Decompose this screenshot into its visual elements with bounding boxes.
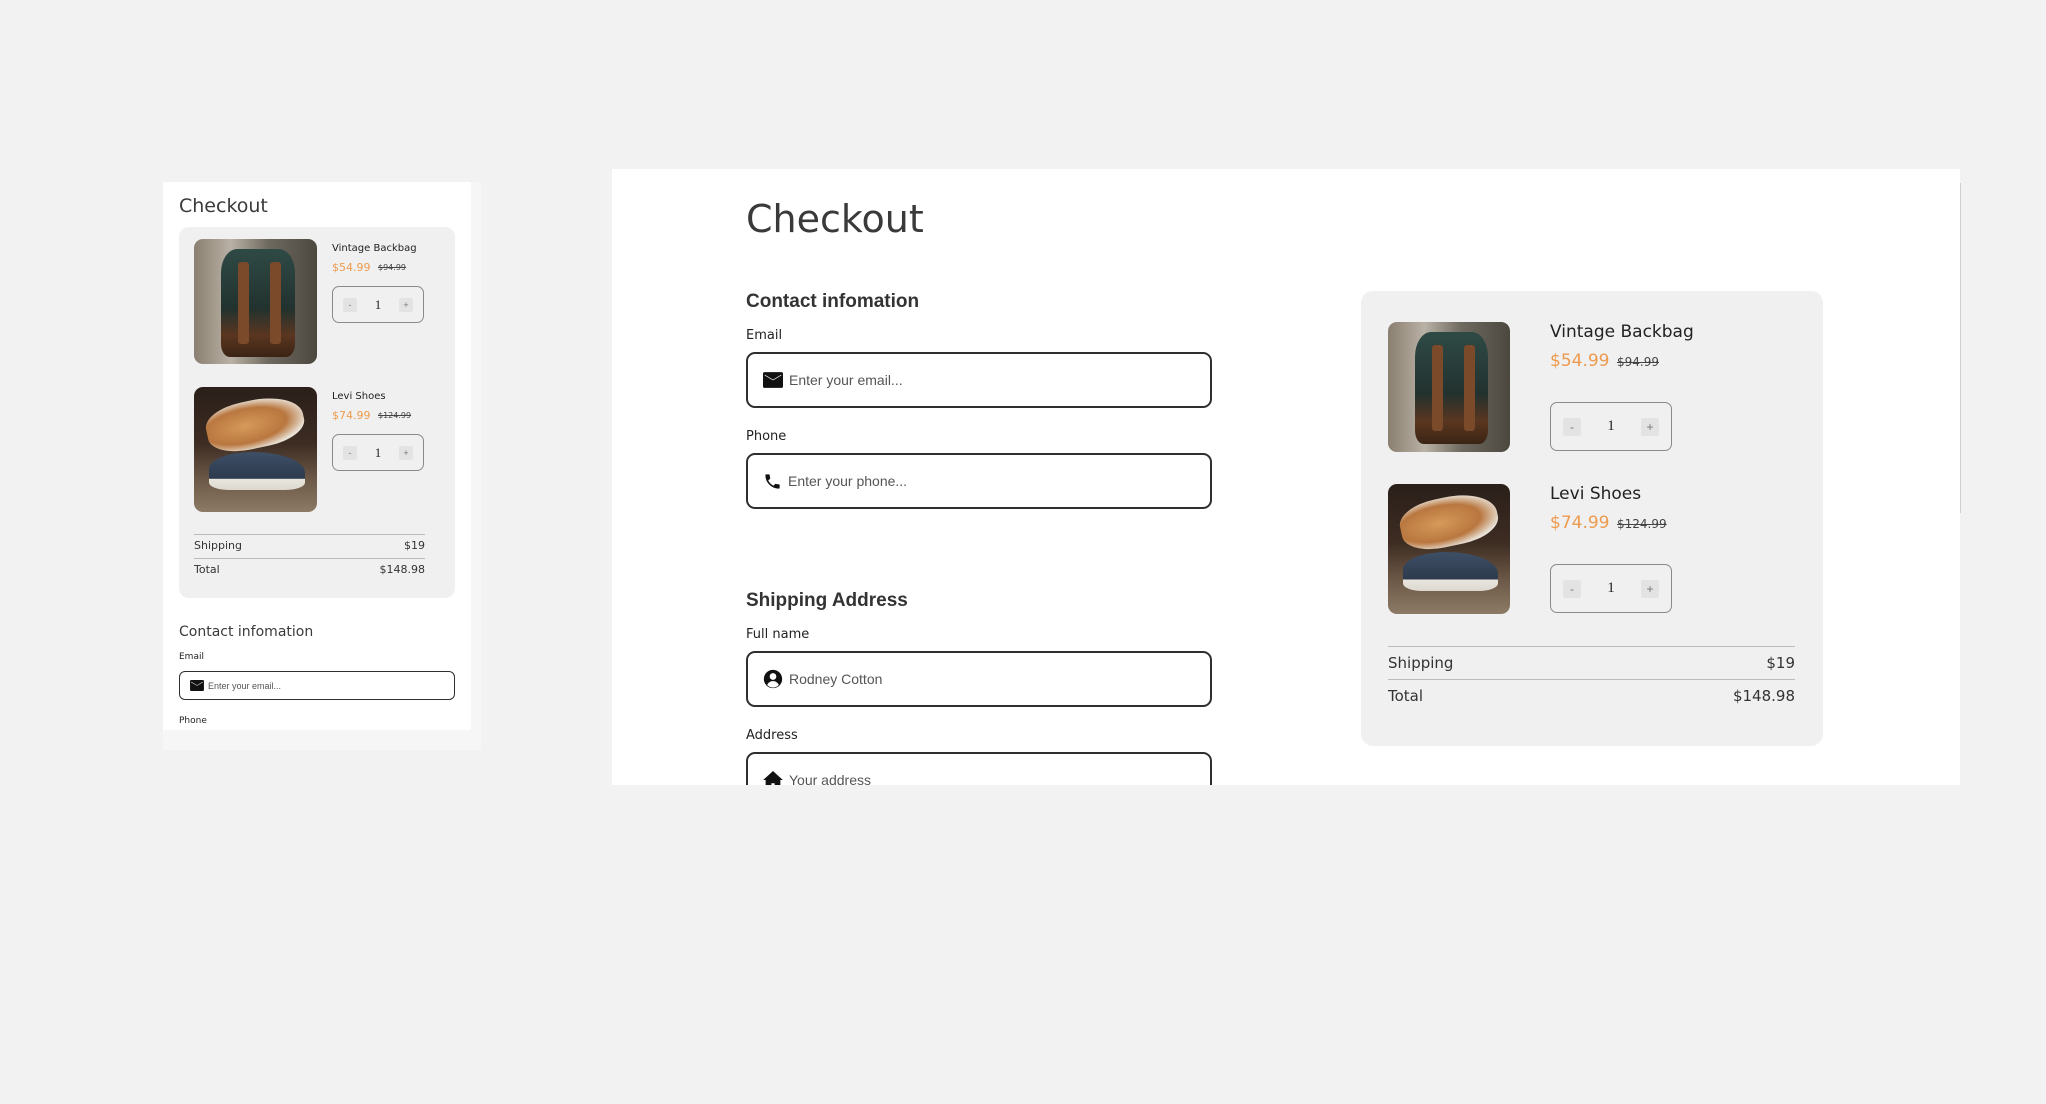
- shipping-value: $19: [1766, 654, 1795, 672]
- fullname-label: Full name: [746, 627, 810, 642]
- decrease-quantity-button[interactable]: -: [343, 445, 357, 460]
- email-label: Email: [179, 652, 204, 662]
- quantity-stepper: - 1 +: [332, 286, 424, 323]
- scrollbar-edge: [1960, 183, 1961, 513]
- email-field[interactable]: [179, 671, 455, 700]
- phone-field[interactable]: [746, 453, 1212, 509]
- increase-quantity-button[interactable]: +: [399, 445, 413, 460]
- product-name: Levi Shoes: [332, 391, 386, 402]
- original-price: $94.99: [378, 263, 406, 272]
- phone-label: Phone: [179, 716, 207, 726]
- mobile-preview: Checkout Vintage Backbag $54.99 $94.99 -…: [163, 182, 481, 750]
- email-label: Email: [746, 328, 783, 343]
- product-name: Levi Shoes: [1550, 484, 1642, 504]
- fullname-field[interactable]: [746, 651, 1212, 707]
- cart-item: Vintage Backbag $54.99 $94.99 - 1 +: [194, 239, 444, 364]
- email-input[interactable]: [208, 680, 454, 691]
- email-input[interactable]: [789, 372, 1210, 388]
- user-circle-icon: [763, 669, 783, 689]
- address-input[interactable]: [789, 772, 1210, 785]
- page-title: Checkout: [746, 197, 924, 241]
- quantity-stepper: - 1 +: [332, 434, 424, 471]
- phone-label: Phone: [746, 429, 787, 444]
- shipping-heading: Shipping Address: [746, 590, 908, 611]
- shipping-row: Shipping $19: [194, 534, 425, 552]
- sale-price: $74.99: [332, 409, 371, 422]
- page-title: Checkout: [179, 195, 268, 217]
- contact-heading: Contact infomation: [179, 624, 314, 640]
- fullname-input[interactable]: [789, 671, 1210, 687]
- original-price: $124.99: [1617, 517, 1667, 531]
- increase-quantity-button[interactable]: +: [399, 297, 413, 312]
- envelope-icon: [190, 680, 204, 691]
- decrease-quantity-button[interactable]: -: [343, 297, 357, 312]
- sale-price: $54.99: [332, 261, 371, 274]
- decrease-quantity-button[interactable]: -: [1563, 417, 1581, 436]
- total-label: Total: [194, 563, 220, 576]
- desktop-checkout-page: Checkout Contact infomation Email Phone …: [612, 169, 1960, 785]
- address-field[interactable]: [746, 752, 1212, 785]
- quantity-value: 1: [1607, 580, 1615, 596]
- total-value: $148.98: [1732, 687, 1795, 705]
- total-label: Total: [1388, 687, 1424, 705]
- shipping-row: Shipping $19: [1388, 646, 1795, 672]
- shipping-value: $19: [404, 539, 425, 552]
- product-name: Vintage Backbag: [332, 243, 417, 254]
- original-price: $94.99: [1617, 355, 1659, 369]
- total-row: Total $148.98: [1388, 679, 1795, 705]
- cart-item: Levi Shoes $74.99 $124.99 - 1 +: [1388, 484, 1788, 614]
- phone-input[interactable]: [788, 473, 1210, 489]
- mobile-checkout-page: Checkout Vintage Backbag $54.99 $94.99 -…: [163, 182, 471, 730]
- home-icon: [763, 771, 783, 785]
- email-field[interactable]: [746, 352, 1212, 408]
- shipping-label: Shipping: [194, 539, 242, 552]
- product-image: [194, 239, 317, 364]
- cart-item: Vintage Backbag $54.99 $94.99 - 1 +: [1388, 322, 1788, 452]
- total-value: $148.98: [379, 563, 426, 576]
- product-name: Vintage Backbag: [1550, 322, 1694, 342]
- quantity-stepper: - 1 +: [1550, 564, 1672, 613]
- decrease-quantity-button[interactable]: -: [1563, 579, 1581, 598]
- cart-item: Levi Shoes $74.99 $124.99 - 1 +: [194, 387, 444, 512]
- phone-icon: [763, 472, 782, 491]
- increase-quantity-button[interactable]: +: [1641, 579, 1659, 598]
- contact-heading: Contact infomation: [746, 291, 920, 312]
- increase-quantity-button[interactable]: +: [1641, 417, 1659, 436]
- product-image: [194, 387, 317, 512]
- quantity-value: 1: [374, 444, 382, 460]
- address-label: Address: [746, 728, 798, 743]
- quantity-value: 1: [1607, 418, 1615, 434]
- product-image: [1388, 322, 1510, 452]
- shipping-label: Shipping: [1388, 654, 1454, 672]
- quantity-value: 1: [374, 296, 382, 312]
- cart-summary: Vintage Backbag $54.99 $94.99 - 1 + Levi…: [179, 227, 455, 598]
- quantity-stepper: - 1 +: [1550, 402, 1672, 451]
- product-image: [1388, 484, 1510, 614]
- sale-price: $54.99: [1550, 351, 1610, 371]
- envelope-icon: [763, 372, 783, 388]
- cart-summary: Vintage Backbag $54.99 $94.99 - 1 + Levi…: [1361, 291, 1823, 746]
- sale-price: $74.99: [1550, 513, 1610, 533]
- original-price: $124.99: [378, 411, 412, 420]
- total-row: Total $148.98: [194, 558, 425, 576]
